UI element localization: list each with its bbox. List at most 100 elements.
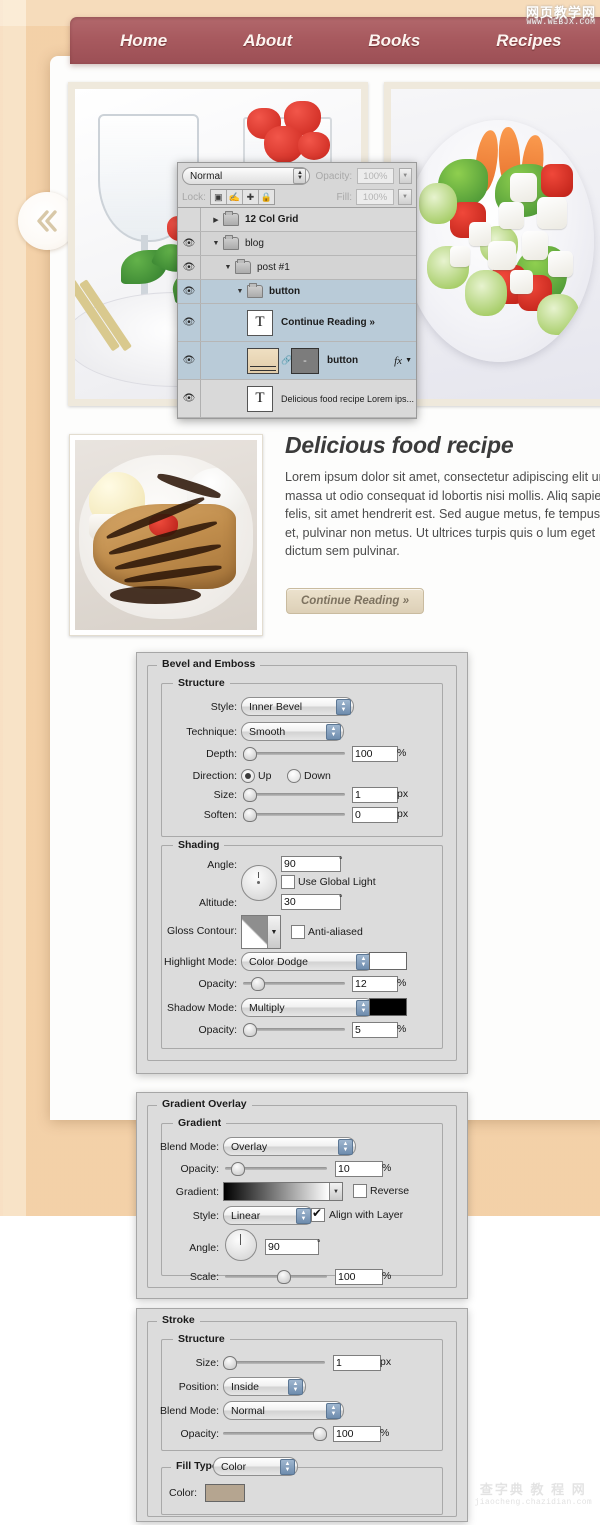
gradient-scale-slider[interactable] (225, 1269, 327, 1284)
gradient-dropdown-icon[interactable]: ▼ (329, 1183, 342, 1200)
depth-input[interactable]: 100 (352, 746, 398, 762)
angle-input[interactable]: 90 (281, 856, 341, 872)
eye-icon[interactable]: 👁 (178, 304, 201, 341)
table-row[interactable]: 👁 T Delicious food recipe Lorem ips... (178, 380, 416, 418)
effects-expand-icon[interactable]: ▼ (405, 357, 416, 364)
blend-mode-select[interactable]: Overlay ▲ ▼ (223, 1137, 356, 1156)
gloss-contour-picker[interactable]: ▼ (241, 915, 281, 949)
disclosure-triangle-expanded-icon[interactable]: ▼ (209, 240, 223, 247)
disclosure-triangle-collapsed-icon[interactable]: ▶ (209, 216, 223, 224)
nav-item-home[interactable]: Home (94, 31, 193, 51)
layer-effects-icon[interactable]: fx (394, 355, 405, 367)
transparency-lock-icon[interactable]: ▣ (211, 190, 227, 204)
lock-all-icon[interactable]: 🔒 (259, 190, 274, 204)
table-row[interactable]: 👁 ▼ post #1 (178, 256, 416, 280)
eye-icon-hidden[interactable] (178, 208, 201, 231)
depth-slider-knob[interactable] (243, 747, 257, 761)
highlight-opacity-slider[interactable] (243, 976, 345, 991)
fill-dropdown-icon[interactable]: ▼ (398, 189, 412, 205)
contour-dropdown-icon[interactable]: ▼ (267, 916, 280, 948)
soften-input[interactable]: 0 (352, 807, 398, 823)
move-lock-icon[interactable]: ✚ (243, 190, 259, 204)
brush-lock-icon[interactable]: ✍ (227, 190, 243, 204)
feta-cheese (487, 240, 517, 270)
nav-item-recipes[interactable]: Recipes (470, 31, 587, 51)
continue-reading-button[interactable]: Continue Reading » (286, 588, 424, 614)
fill-type-select[interactable]: Color ▲ ▼ (213, 1457, 298, 1476)
stroke-position-select[interactable]: Inside ▲ ▼ (223, 1377, 306, 1396)
stroke-opacity-knob[interactable] (313, 1427, 327, 1441)
size-slider[interactable] (243, 787, 345, 802)
nav-item-books[interactable]: Books (342, 31, 446, 51)
stroke-position-value: Inside (231, 1380, 260, 1393)
gradient-style-select[interactable]: Linear ▲ ▼ (223, 1206, 314, 1225)
layers-opacity-value[interactable]: 100% (357, 168, 394, 184)
gradient-opacity-input[interactable]: 10 (335, 1161, 383, 1177)
highlight-mode-select[interactable]: Color Dodge ▲ ▼ (241, 952, 374, 971)
size-slider-knob[interactable] (243, 788, 257, 802)
direction-down-radio[interactable] (287, 769, 301, 783)
soften-slider-knob[interactable] (243, 808, 257, 822)
eye-icon[interactable]: 👁 (178, 280, 201, 303)
shadow-opacity-slider[interactable] (243, 1022, 345, 1037)
layer-blend-mode-select[interactable]: Normal ▲ ▼ (182, 167, 311, 185)
angle-dial[interactable] (241, 865, 277, 901)
opacity-dropdown-icon[interactable]: ▼ (398, 168, 412, 184)
feta-cheese (537, 197, 568, 229)
gradient-angle-input[interactable]: 90 (265, 1239, 319, 1255)
depth-slider[interactable] (243, 746, 345, 761)
fill-value[interactable]: 100% (356, 189, 394, 205)
feta-cheese (510, 173, 537, 203)
direction-up-radio[interactable] (241, 769, 255, 783)
style-select[interactable]: Inner Bevel ▲ ▼ (241, 697, 354, 716)
stroke-size-knob[interactable] (223, 1356, 237, 1370)
depth-unit: % (397, 747, 407, 759)
highlight-opacity-knob[interactable] (251, 977, 265, 991)
gradient-opacity-slider[interactable] (225, 1161, 327, 1176)
gradient-opacity-knob[interactable] (231, 1162, 245, 1176)
stroke-blend-mode-select[interactable]: Normal ▲ ▼ (223, 1401, 344, 1420)
table-row[interactable]: 👁 ▼ button (178, 280, 416, 304)
table-row[interactable]: ▶ 12 Col Grid (178, 208, 416, 232)
highlight-color-swatch[interactable] (369, 952, 407, 970)
technique-select[interactable]: Smooth ▲ ▼ (241, 722, 344, 741)
table-row[interactable]: 👁 T Continue Reading » (178, 304, 416, 342)
stroke-color-swatch[interactable] (205, 1484, 245, 1502)
gradient-picker[interactable]: ▼ (223, 1182, 343, 1201)
eye-icon[interactable]: 👁 (178, 342, 201, 379)
table-row[interactable]: 👁 ▼ blog (178, 232, 416, 256)
highlight-opacity-input[interactable]: 12 (352, 976, 398, 992)
anti-aliased-checkbox[interactable] (291, 925, 305, 939)
stroke-opacity-label: Opacity: (180, 1428, 219, 1440)
shadow-opacity-knob[interactable] (243, 1023, 257, 1037)
stroke-opacity-input[interactable]: 100 (333, 1426, 381, 1442)
disclosure-triangle-expanded-icon[interactable]: ▼ (221, 264, 235, 271)
stroke-size-slider[interactable] (223, 1355, 325, 1370)
gradient-scale-knob[interactable] (277, 1270, 291, 1284)
gradient-scale-input[interactable]: 100 (335, 1269, 383, 1285)
size-input[interactable]: 1 (352, 787, 398, 803)
stroke-opacity-slider[interactable] (223, 1426, 327, 1441)
stroke-size-input[interactable]: 1 (333, 1355, 381, 1371)
layer-name: post #1 (257, 262, 290, 273)
folder-icon (235, 259, 251, 274)
reverse-checkbox[interactable] (353, 1184, 367, 1198)
gradient-angle-dial[interactable] (225, 1229, 257, 1261)
altitude-input[interactable]: 30 (281, 894, 341, 910)
align-with-layer-checkbox[interactable] (311, 1206, 325, 1222)
nav-item-about[interactable]: About (217, 31, 318, 51)
shadow-color-swatch[interactable] (369, 998, 407, 1016)
link-mask-icon[interactable]: 🔗 (281, 355, 292, 366)
soften-slider[interactable] (243, 807, 345, 822)
photo-chocolate-crepe[interactable] (69, 434, 263, 636)
highlight-mode-label: Highlight Mode: (164, 956, 237, 968)
eye-icon[interactable]: 👁 (178, 256, 201, 279)
table-row[interactable]: 👁 🔗 - button fx ▼ (178, 342, 416, 380)
shadow-mode-select[interactable]: Multiply ▲ ▼ (241, 998, 374, 1017)
eye-icon[interactable]: 👁 (178, 232, 201, 255)
disclosure-triangle-expanded-icon[interactable]: ▼ (233, 288, 247, 295)
gradient-scale-label: Scale: (189, 1271, 219, 1283)
shadow-opacity-input[interactable]: 5 (352, 1022, 398, 1038)
eye-icon[interactable]: 👁 (178, 380, 201, 417)
use-global-light-checkbox[interactable] (281, 875, 295, 889)
